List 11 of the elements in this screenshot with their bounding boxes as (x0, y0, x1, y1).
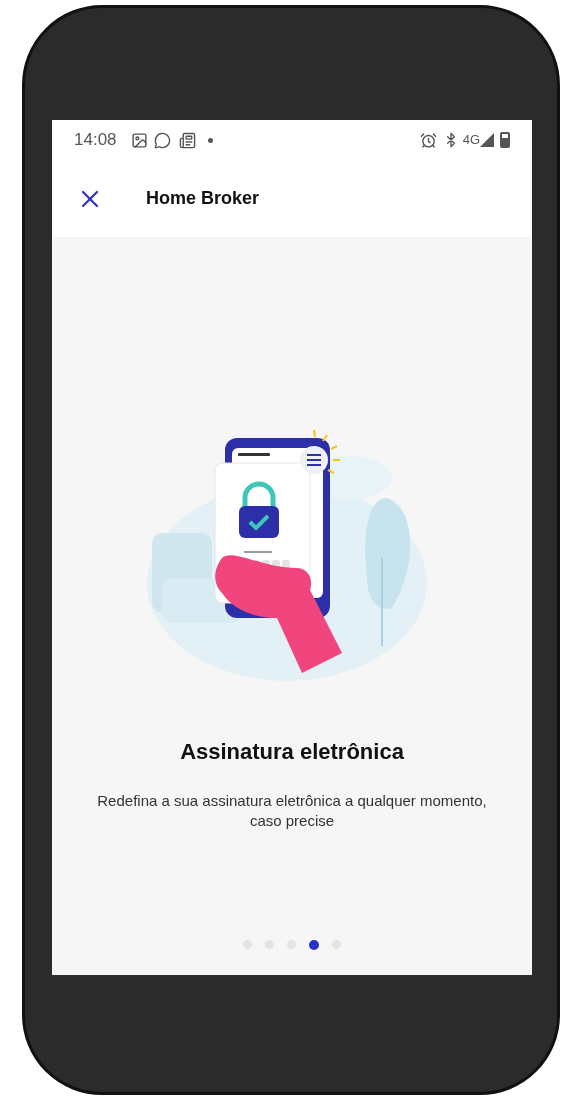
newspaper-icon (178, 131, 196, 149)
alarm-icon (419, 131, 437, 149)
app-bar-title: Home Broker (146, 187, 260, 210)
network-label: 4G (462, 131, 480, 150)
status-time: 14:08 (74, 129, 117, 152)
battery-icon (500, 132, 510, 148)
slide-title: Assinatura eletrônica (180, 738, 404, 766)
signal-icon (480, 133, 494, 147)
image-icon (130, 131, 148, 149)
chat-icon (153, 131, 171, 149)
slide-description: Redefina a sua assinatura eletrônica a qualquer momento, caso precise (96, 791, 488, 831)
